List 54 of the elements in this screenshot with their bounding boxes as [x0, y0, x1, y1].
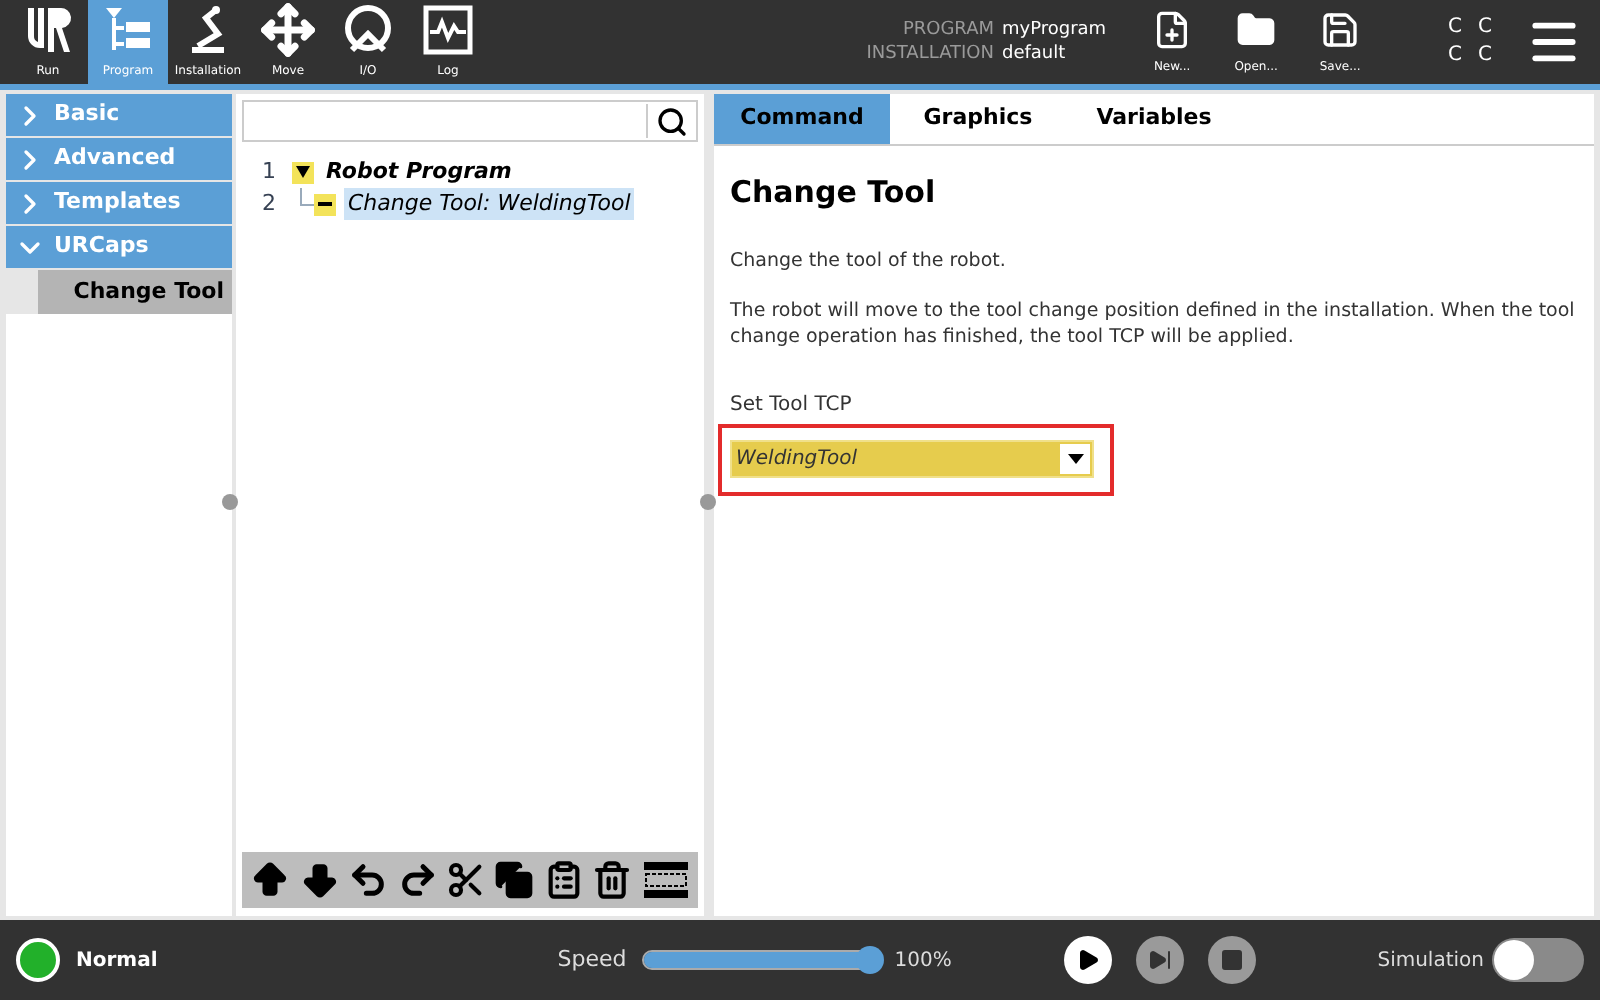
line-number: 2	[260, 187, 278, 220]
scissors-icon[interactable]	[445, 860, 486, 900]
simulation-switch[interactable]	[1492, 938, 1584, 982]
description-text: Change the tool of the robot.	[730, 247, 1008, 273]
info-value: myProgram	[1002, 18, 1107, 42]
undo-icon[interactable]	[348, 860, 389, 900]
move-arrows-icon	[260, 2, 316, 58]
field-label: Set Tool TCP	[730, 391, 854, 419]
stop-button[interactable]	[1207, 936, 1256, 984]
status-letter: C	[1448, 14, 1463, 42]
category-item[interactable]: Change Tool	[38, 270, 232, 314]
step-icon	[1147, 948, 1172, 972]
collapse-handle-icon[interactable]	[222, 494, 238, 510]
status-letter: C	[1478, 14, 1492, 42]
search-icon[interactable]	[656, 105, 688, 137]
move-up-icon[interactable]	[250, 860, 291, 900]
info-label: INSTALLATION	[864, 42, 994, 66]
tree-node[interactable]: Robot Program	[322, 155, 516, 189]
caret-icon	[1067, 454, 1083, 464]
tool-dropdown[interactable]: WeldingTool	[730, 440, 1094, 478]
info-value: default	[1002, 42, 1066, 66]
node-marker	[314, 193, 336, 215]
save-icon	[1320, 9, 1361, 49]
status-letter: C	[1448, 42, 1463, 70]
speed-label: Speed	[557, 943, 627, 976]
status-letter: C	[1478, 42, 1492, 70]
play-button[interactable]	[1063, 936, 1112, 984]
tree-node[interactable]: Change Tool: WeldingTool	[344, 187, 635, 221]
speed-slider[interactable]	[642, 946, 879, 974]
redo-icon[interactable]	[397, 860, 438, 900]
move-down-icon[interactable]	[299, 860, 340, 900]
trash-icon[interactable]	[592, 860, 633, 900]
suppress-icon[interactable]	[641, 860, 690, 900]
command-title: Change Tool	[730, 172, 938, 214]
tab[interactable]: Command	[714, 94, 890, 144]
description-text: The robot will move to the tool change position defined in the installation. When the tool change operation has finished, the tool TCP will be applied.	[730, 297, 1577, 349]
clipboard-icon[interactable]	[543, 860, 584, 900]
folder-icon	[1236, 9, 1277, 49]
step-button[interactable]	[1135, 936, 1184, 984]
play-icon	[1075, 948, 1100, 972]
info-label: PROGRAM	[900, 18, 994, 42]
line-number: 1	[260, 155, 278, 188]
new-file-icon	[1152, 9, 1193, 49]
gauge-icon	[340, 2, 396, 58]
log-chart-icon	[420, 2, 476, 58]
collapse-toggle[interactable]	[292, 161, 314, 183]
robot-status: Normal	[76, 947, 158, 975]
speed-reading: 100%	[894, 947, 952, 975]
copy-icon[interactable]	[494, 860, 535, 900]
stop-icon	[1219, 948, 1244, 972]
expand-handle-icon[interactable]	[700, 494, 716, 510]
simulation-label: Simulation	[1377, 947, 1484, 975]
status-light-icon	[16, 938, 60, 982]
search-field[interactable]	[242, 100, 698, 142]
